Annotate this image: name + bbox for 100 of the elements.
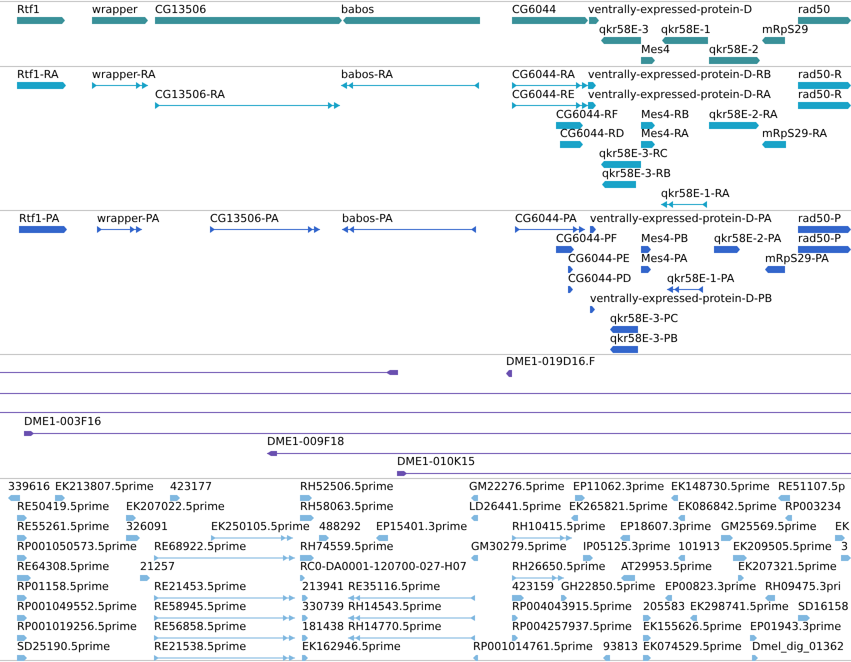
feature-label: EP01943.3prime (750, 620, 842, 633)
feature-label: 488292 (319, 520, 361, 533)
feature-label: DME1-019D16.F (506, 355, 596, 368)
feature-label: Rtf1-PA (19, 212, 60, 225)
feature-label: SD16158 (798, 600, 848, 613)
feature-label: EP11062.3prime (573, 480, 664, 493)
feature-label: RH26650.5prime (512, 560, 606, 573)
feature-label: EK298741.5prime (690, 600, 789, 613)
feature-label: qkr58E-1-RA (661, 187, 730, 200)
feature-label: RP001014761.5prime (473, 640, 593, 653)
feature-label: EK148730.5prime (671, 480, 770, 493)
feature-label: CG13506-PA (210, 212, 279, 225)
feature-label: ventrally-expressed-protein-D-RB (588, 68, 772, 81)
feature-label: CG6044-PD (568, 272, 632, 285)
feature-label: RH74559.5prime (300, 540, 394, 553)
feature-label: Rtf1 (17, 3, 40, 16)
feature-label: CG6044-RF (556, 108, 618, 121)
feature-label: CG6044-PE (568, 252, 630, 265)
feature-label: ventrally-expressed-protein-D-PA (590, 212, 772, 225)
feature-label: mRpS29-PA (765, 252, 829, 265)
feature-label: qkr58E-1-PA (667, 272, 734, 285)
feature-label: RP001050573.5prime (17, 540, 137, 553)
feature-label: RH09475.3pri (765, 580, 841, 593)
feature-label: CG6044 (512, 3, 556, 16)
feature-label: Mes4-PA (641, 252, 688, 265)
feature-label: wrapper-RA (92, 68, 156, 81)
feature-label: GM30279.5prime (471, 540, 567, 553)
feature-label: CG6044-RA (512, 68, 575, 81)
feature-label: Mes4 (641, 43, 670, 56)
feature-label: RE55261.5prime (17, 520, 110, 533)
feature-label: EK155626.5prime (643, 620, 742, 633)
feature-label: rad50-R (798, 68, 842, 81)
feature-label: RE21453.5prime (154, 580, 246, 593)
feature-label: RH14543.5prime (348, 600, 442, 613)
feature-label: GH22850.5prime (561, 580, 656, 593)
feature-label: EK074529.5prime (643, 640, 742, 653)
feature-label: EK207321.5prime (738, 560, 837, 573)
feature-label: SD25190.5prime (17, 640, 110, 653)
feature-label: EK207022.5prime (126, 500, 225, 513)
feature-label: ventrally-expressed-protein-D-RA (588, 88, 771, 101)
feature-label: RE35116.5prime (348, 580, 440, 593)
feature-label: EP18607.3prime (620, 520, 712, 533)
feature-label: CG6044-RD (560, 127, 624, 140)
feature-label: RP003234 (785, 500, 842, 513)
feature-label: EP00823.3prime (665, 580, 756, 593)
feature-label: babos-RA (341, 68, 393, 81)
feature-label: Mes4-RB (641, 108, 690, 121)
feature-label: RE68922.5prime (154, 540, 246, 553)
feature-label: EK209505.5prime (733, 540, 832, 553)
feature-label: EK213807.5prime (55, 480, 154, 493)
feature-label: CG6044-PA (515, 212, 577, 225)
feature-label: RP001019256.5prime (17, 620, 137, 633)
feature-label: 326091 (126, 520, 168, 533)
feature-label: RC0-DA0001-120700-027-H07 (300, 560, 467, 573)
feature-label: 205583 (643, 600, 685, 613)
feature-label: ventrally-expressed-protein-D (588, 3, 752, 16)
feature-label: LD26441.5prime (469, 500, 562, 513)
feature-label: EK162946.5prime (302, 640, 401, 653)
feature-label: CG13506-RA (155, 88, 225, 101)
feature-label: CG6044-RE (512, 88, 575, 101)
feature-label: mRpS29 (762, 23, 808, 36)
feature-label: RE56858.5prime (154, 620, 246, 633)
feature-label: 339616 (8, 480, 50, 493)
feature-label: qkr58E-1 (661, 23, 711, 36)
feature-label: RP001049552.5prime (17, 600, 137, 613)
feature-label: qkr58E-2-PA (714, 232, 782, 245)
feature-label: RP004257937.5prime (512, 620, 632, 633)
feature-label: RE64308.5prime (17, 560, 110, 573)
feature-label: 181438 (302, 620, 344, 633)
feature-label: RP01158.5prime (17, 580, 109, 593)
feature-label: qkr58E-3-RB (602, 167, 671, 180)
feature-label: rad50-P (798, 212, 841, 225)
feature-label: EK (835, 520, 850, 533)
feature-label: 423177 (170, 480, 212, 493)
feature-label: RH10415.5prime (512, 520, 606, 533)
feature-label: rad50-P (798, 232, 841, 245)
feature-label: DME1-010K15 (397, 455, 476, 468)
feature-label: CG6044-PF (556, 232, 618, 245)
feature-label: Rtf1-RA (17, 68, 59, 81)
feature-label: EK250105.5prime (211, 520, 310, 533)
feature-label: CG13506 (155, 3, 206, 16)
feature-label: qkr58E-3 (599, 23, 649, 36)
feature-label: rad50 (798, 3, 830, 16)
feature-label: RH58063.5prime (300, 500, 394, 513)
feature-label: 3 (841, 540, 848, 553)
feature-label: 101913 (678, 540, 720, 553)
feature-label: EK265821.5prime (569, 500, 668, 513)
feature-label: ventrally-expressed-protein-D-PB (590, 292, 772, 305)
feature-label: EP15401.3prime (376, 520, 468, 533)
feature-label: 93813 (603, 640, 638, 653)
feature-label: 423159 (512, 580, 554, 593)
feature-label: DME1-003F16 (24, 415, 102, 428)
feature-label: RE58945.5prime (154, 600, 246, 613)
feature-label: RE50419.5prime (17, 500, 110, 513)
feature-label: RE21538.5prime (154, 640, 246, 653)
feature-label: GM25569.5prime (721, 520, 817, 533)
feature-label: 330739 (302, 600, 344, 613)
feature-label: wrapper-PA (97, 212, 160, 225)
feature-label: RH14770.5prime (348, 620, 442, 633)
feature-label: RE51107.5p (778, 480, 846, 493)
